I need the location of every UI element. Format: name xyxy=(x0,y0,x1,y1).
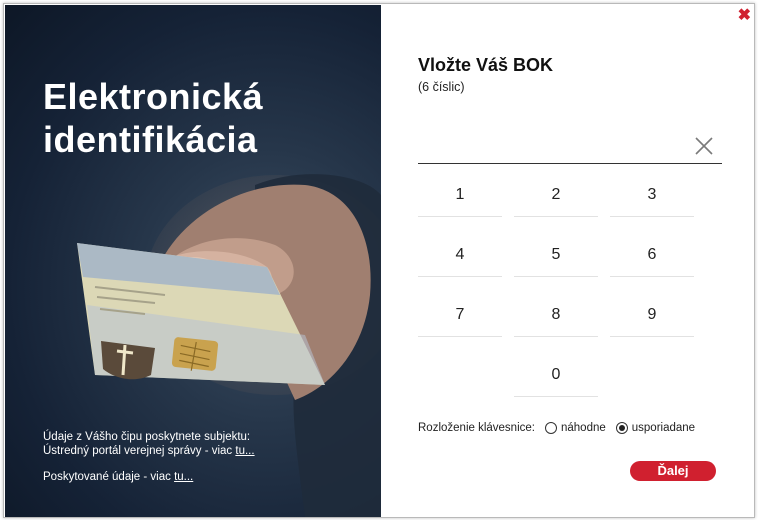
radio-random-label[interactable]: náhodne xyxy=(561,422,606,434)
hero-panel: Elektronická identifikácia Údaje z Vášho… xyxy=(5,5,381,517)
keypad-key-3[interactable]: 3 xyxy=(610,176,694,217)
keypad-key-7[interactable]: 7 xyxy=(418,296,502,337)
dialog-subtitle: (6 číslic) xyxy=(418,80,465,94)
hero-title-line2: identifikácia xyxy=(43,119,258,160)
hero-title-line1: Elektronická xyxy=(43,76,264,117)
radio-selected-dot xyxy=(618,425,625,431)
data-provider-info: Údaje z Vášho čipu poskytnete subjektu: … xyxy=(43,430,255,458)
data-provider-line2: Ústredný portál verejnej správy - viac t… xyxy=(43,444,255,458)
keyboard-layout-label: Rozloženie klávesnice: xyxy=(418,422,535,434)
keypad-key-6[interactable]: 6 xyxy=(610,236,694,277)
keypad-key-2[interactable]: 2 xyxy=(514,176,598,217)
dialog-title: Vložte Váš BOK xyxy=(418,55,554,75)
keypad-key-5[interactable]: 5 xyxy=(514,236,598,277)
data-provider-line1: Údaje z Vášho čipu poskytnete subjektu: xyxy=(43,431,251,443)
close-icon[interactable]: ✖ xyxy=(738,8,751,24)
keyboard-layout-selector: Rozloženie klávesnice: náhodne usporiada… xyxy=(418,422,695,434)
radio-ordered-label[interactable]: usporiadane xyxy=(632,422,695,434)
keypad-key-0[interactable]: 0 xyxy=(514,356,598,397)
radio-ordered[interactable] xyxy=(615,422,628,434)
hero-title: Elektronická identifikácia xyxy=(43,75,263,161)
clear-input-icon[interactable] xyxy=(692,134,716,158)
more-info-link-data[interactable]: tu... xyxy=(174,471,193,483)
keypad-key-8[interactable]: 8 xyxy=(514,296,598,337)
keypad-key-9[interactable]: 9 xyxy=(610,296,694,337)
data-provider-text: Ústredný portál verejnej správy - viac xyxy=(43,445,233,457)
next-button[interactable]: Ďalej xyxy=(630,461,716,481)
provided-data-text: Poskytované údaje - viac xyxy=(43,471,171,483)
keypad-key-4[interactable]: 4 xyxy=(418,236,502,277)
pin-input[interactable] xyxy=(418,135,722,164)
keypad-key-1[interactable]: 1 xyxy=(418,176,502,217)
provided-data-info: Poskytované údaje - viac tu... xyxy=(43,470,193,484)
more-info-link-portal[interactable]: tu... xyxy=(235,445,254,457)
radio-random[interactable] xyxy=(544,422,557,434)
